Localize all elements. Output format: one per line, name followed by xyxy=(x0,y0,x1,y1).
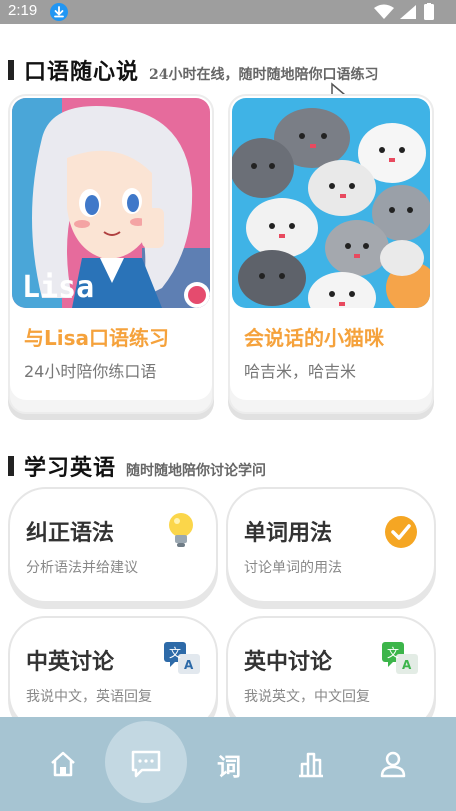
status-bar: 2:19 xyxy=(0,0,456,24)
lisa-image-label: Lisa xyxy=(22,270,95,305)
bottom-nav: 词 xyxy=(0,717,456,811)
cats-image xyxy=(232,98,430,308)
speaking-section-header: 口语随心说 24小时在线，随时随地陪你口语练习 xyxy=(8,54,379,86)
learn-section-header: 学习英语 随时随地陪你讨论学问 xyxy=(8,450,266,482)
profile-icon xyxy=(380,751,406,778)
chat-icon xyxy=(131,750,161,778)
home-icon xyxy=(51,751,75,777)
nav-chat[interactable] xyxy=(101,717,191,811)
card-title: 中英讨论 xyxy=(26,650,115,675)
section-marker xyxy=(8,60,14,80)
translate-en-glyph: A xyxy=(184,658,194,672)
download-icon xyxy=(50,3,68,21)
translate-icon: 文 A xyxy=(382,642,418,674)
lisa-practice-card[interactable]: Lisa 与Lisa口语练习 24小时陪你练口语 xyxy=(8,94,214,414)
card-subtitle: 24小时陪你练口语 xyxy=(24,362,157,381)
card-title: 纠正语法 xyxy=(26,521,115,546)
section-subtitle: 随时随地陪你讨论学问 xyxy=(126,463,267,479)
card-title: 与Lisa口语练习 xyxy=(24,326,169,350)
nav-home[interactable] xyxy=(18,717,108,811)
section-title: 口语随心说 xyxy=(24,59,140,85)
nav-profile[interactable] xyxy=(348,717,438,811)
card-subtitle: 我说英文，中文回复 xyxy=(244,689,370,705)
nav-words[interactable]: 词 xyxy=(184,717,274,811)
card-subtitle: 分析语法并给建议 xyxy=(26,560,138,576)
chart-icon xyxy=(299,752,323,778)
translate-en-glyph: A xyxy=(402,658,412,672)
section-title: 学习英语 xyxy=(24,455,117,481)
status-time: 2:19 xyxy=(8,2,38,19)
word-usage-card[interactable]: 单词用法 讨论单词的用法 xyxy=(226,487,436,603)
word-icon: 词 xyxy=(217,752,241,781)
check-circle-icon xyxy=(385,516,417,548)
section-subtitle: 24小时在线，随时随地陪你口语练习 xyxy=(149,67,379,83)
card-title: 会说话的小猫咪 xyxy=(244,326,384,350)
card-subtitle: 我说中文，英语回复 xyxy=(26,689,152,705)
card-title: 单词用法 xyxy=(244,521,333,546)
cat-chat-card[interactable]: 会说话的小猫咪 哈吉米，哈吉米 xyxy=(228,94,434,414)
lisa-avatar-image: Lisa xyxy=(12,98,210,308)
card-subtitle: 哈吉米，哈吉米 xyxy=(244,362,357,381)
translate-icon: 文 A xyxy=(164,642,200,674)
lightbulb-icon xyxy=(169,513,193,547)
section-marker xyxy=(8,456,14,476)
translate-zh-glyph: 文 xyxy=(169,645,181,660)
system-status-icons xyxy=(374,3,434,20)
en-zh-discussion-card[interactable]: 英中讨论 我说英文，中文回复 文 A xyxy=(226,616,436,732)
translate-zh-glyph: 文 xyxy=(387,645,399,660)
zh-en-discussion-card[interactable]: 中英讨论 我说中文，英语回复 文 A xyxy=(8,616,218,732)
card-title: 英中讨论 xyxy=(244,650,333,675)
nav-stats[interactable] xyxy=(266,717,356,811)
grammar-card[interactable]: 纠正语法 分析语法并给建议 xyxy=(8,487,218,603)
card-subtitle: 讨论单词的用法 xyxy=(244,560,342,576)
